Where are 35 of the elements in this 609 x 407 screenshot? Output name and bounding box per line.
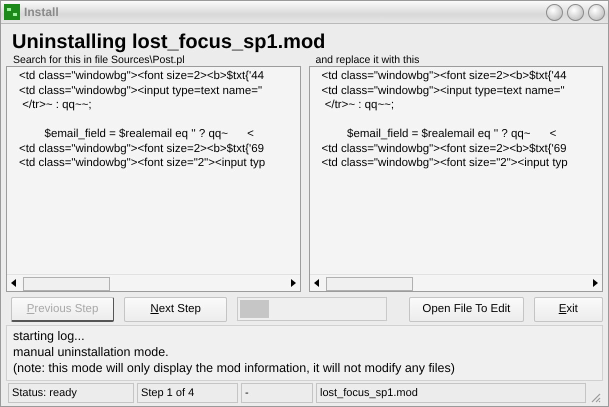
code-line: </tr>~ : qq~~; [21,98,93,112]
status-panel: Step 1 of 4 [137,383,238,403]
close-button[interactable] [588,4,605,20]
maximize-button[interactable] [567,4,584,20]
step-button[interactable]: Exit [534,296,603,322]
pane-label: and replace it with this [316,54,420,66]
status-panel: - [241,383,313,403]
code-pane[interactable] [6,66,300,292]
code-line: <td class="windowbg"><input type=text name=" [322,84,566,98]
log-line: starting log... [13,328,86,344]
log-line: (note: this mode will only display the mod information, it will not modify any files) [13,360,456,376]
minimize-button[interactable] [546,4,563,20]
open-file-button[interactable]: Open File To Edit [409,296,524,322]
code-line: <td class="windowbg"><font size="2"><input typ [322,156,569,170]
pane-label: Search for this in file Sources\Post.pl [13,54,186,66]
scrollbar-thumb[interactable] [326,277,412,291]
code-line: <td class="windowbg"><font size="2"><input typ [19,156,266,170]
code-line: $email_field = $realemail eq '' ? qq~ < [44,127,255,142]
code-line: $email_field = $realemail eq '' ? qq~ < [346,127,558,142]
status-panel: lost_focus_sp1.mod [316,383,586,403]
heading: Uninstalling lost_focus_sp1.mod [12,30,326,54]
app-icon [4,4,20,20]
code-line: </tr>~ : qq~~; [324,98,396,112]
code-line: <td class="windowbg"><font size=2><b>$txt{'69 [322,142,568,156]
resize-grip-icon[interactable] [589,391,601,403]
window-title: Install [24,5,60,19]
status-panel: Status: ready [8,383,134,403]
code-line: <td class="windowbg"><font size=2><b>$txt{'44 [322,69,568,84]
scrollbar-thumb[interactable] [23,277,110,291]
code-line: <td class="windowbg"><font size=2><b>$txt{'44 [19,69,266,84]
log-line: manual uninstallation mode. [13,344,170,360]
step-button[interactable]: Next Step [124,296,228,322]
code-line: <td class="windowbg"><input type=text name=" [19,84,264,98]
code-pane[interactable] [308,66,603,292]
code-line: <td class="windowbg"><font size=2><b>$txt{'69 [19,142,266,156]
